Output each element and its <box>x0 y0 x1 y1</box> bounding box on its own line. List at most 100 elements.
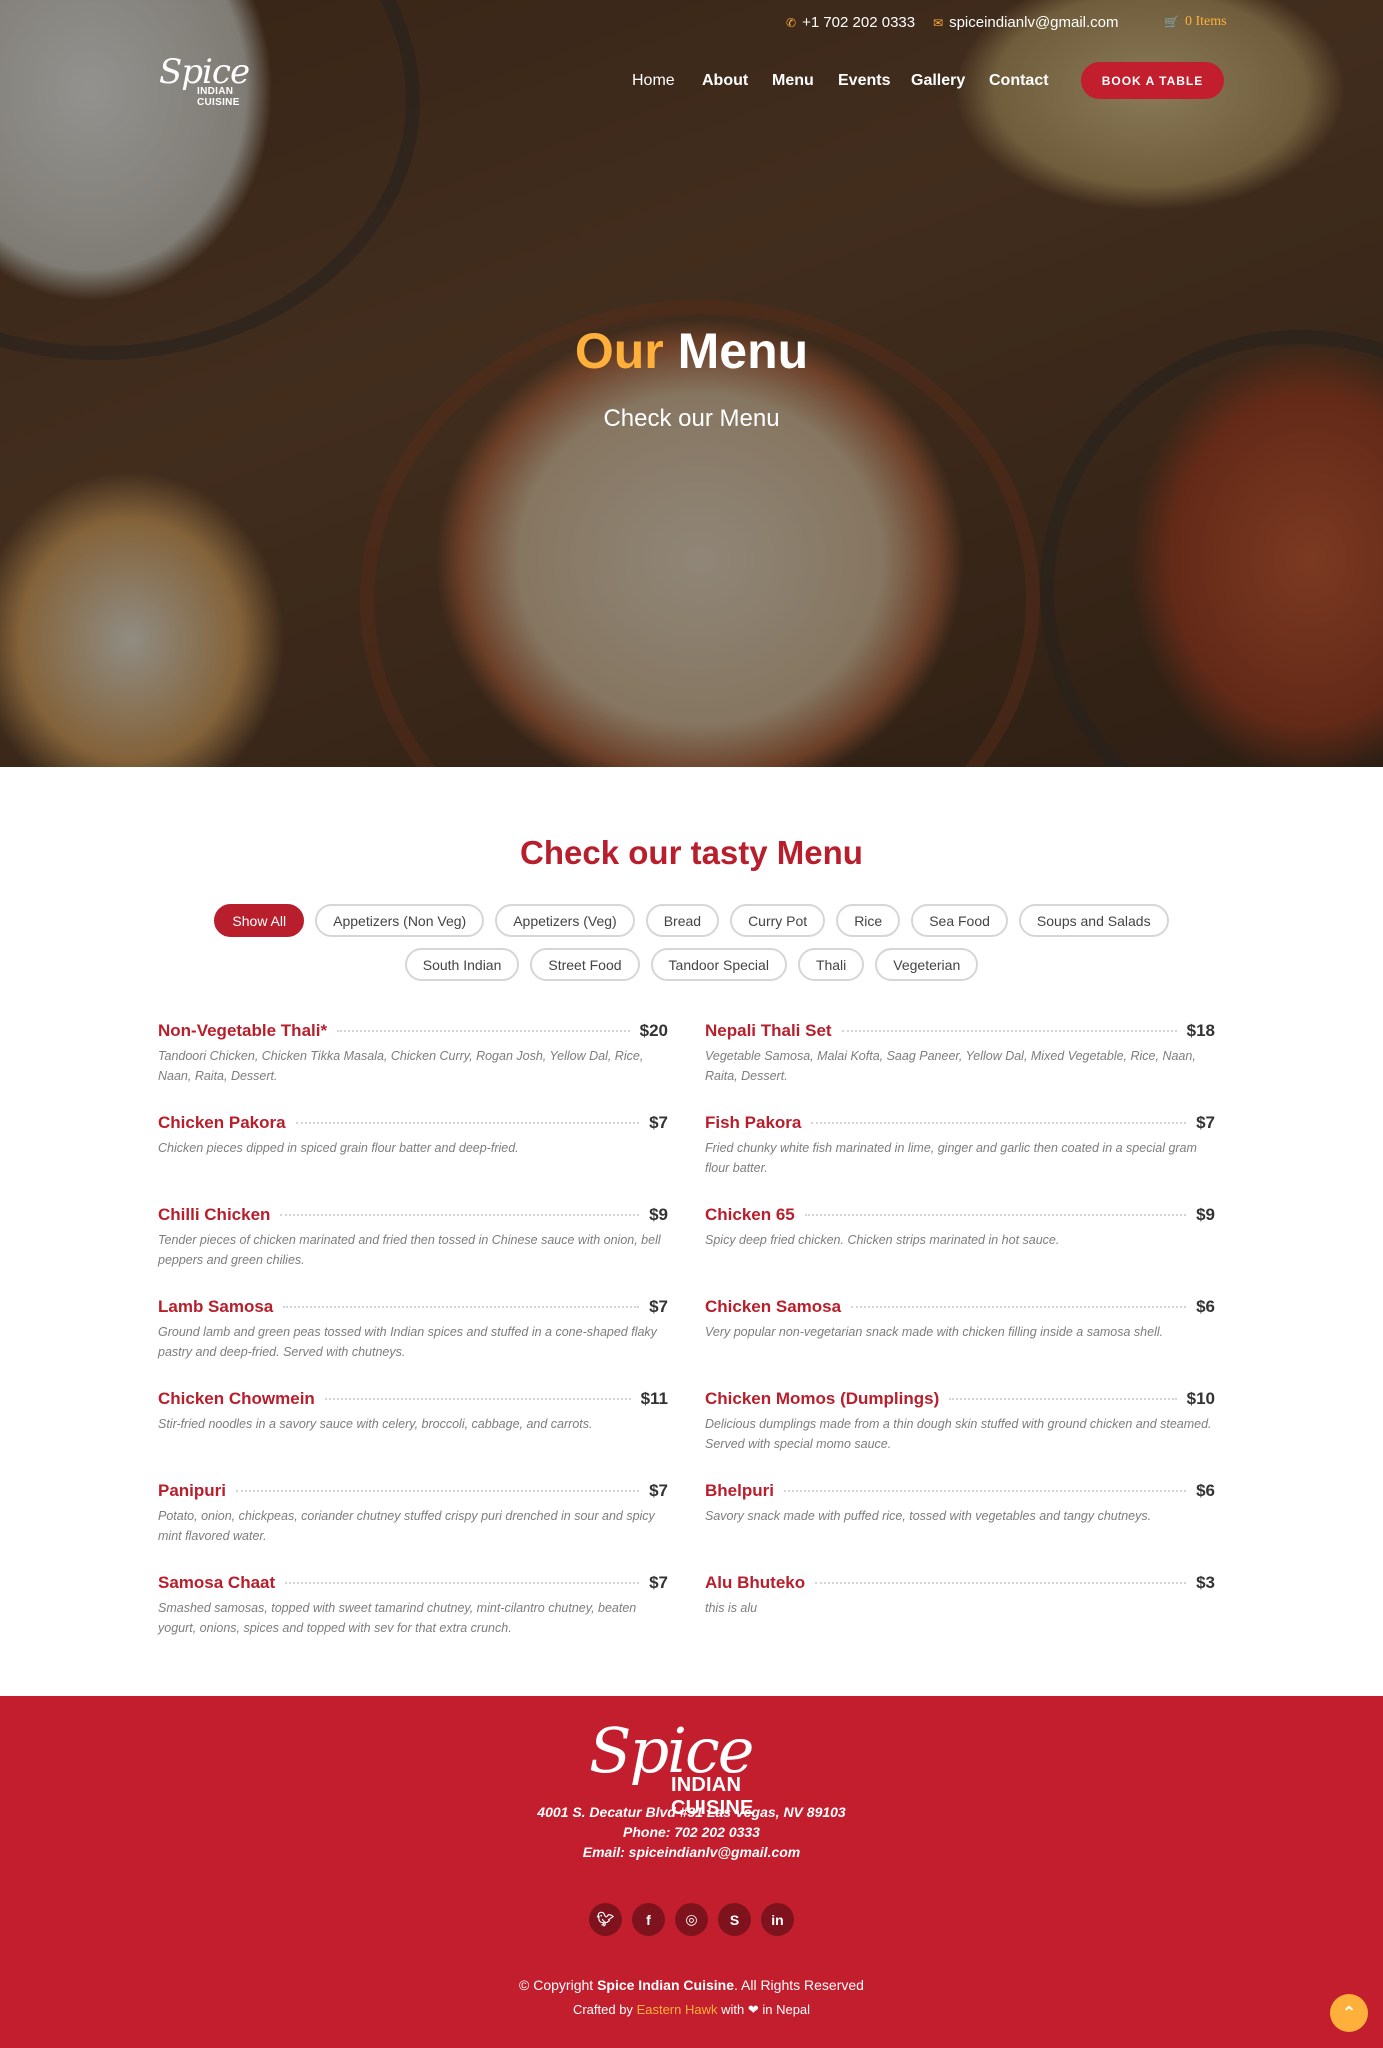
menu-item: Nepali Thali Set $18 Vegetable Samosa, Mal… <box>705 1021 1215 1086</box>
instagram-icon[interactable]: ◎ <box>675 1903 708 1936</box>
page-subtitle: Check our Menu <box>603 405 780 432</box>
filter-chip[interactable]: Show All <box>214 904 305 937</box>
menu-item-description: Ground lamb and green peas tossed with I… <box>158 1325 657 1359</box>
filter-chip[interactable]: Sea Food <box>911 904 1008 937</box>
menu-item-header: Chicken Momos (Dumplings) $10 <box>705 1389 1215 1409</box>
menu-item-description: Savory snack made with puffed rice, toss… <box>705 1509 1152 1523</box>
menu-item-name: Chicken Samosa <box>705 1297 842 1316</box>
menu-item-description: Delicious dumplings made from a thin dou… <box>705 1417 1212 1451</box>
menu-item-description: this is alu <box>705 1601 758 1615</box>
page-title-accent: Our <box>574 323 664 379</box>
menu-item-price: $7 <box>649 1481 668 1500</box>
menu-item-price: $6 <box>1196 1297 1215 1316</box>
menu-item: Chilli Chicken $9 Tender pieces of chicken… <box>158 1205 668 1270</box>
twitter-icon[interactable]: 🐦︎ <box>589 1903 622 1936</box>
menu-item-name: Non-Vegetable Thali* <box>158 1021 328 1040</box>
menu-item-leader <box>804 1214 1187 1216</box>
copyright-brand: Spice Indian Cuisine <box>597 1977 734 1993</box>
topbar-email-text: spiceindianlv@gmail.com <box>949 14 1119 31</box>
facebook-icon[interactable]: f <box>632 1903 665 1936</box>
menu-item-name: Lamb Samosa <box>158 1297 274 1316</box>
menu-item-price: $9 <box>649 1205 668 1224</box>
menu-item-leader <box>811 1122 1187 1124</box>
menu-item-name: Samosa Chaat <box>158 1573 276 1592</box>
menu-item-header: Panipuri $7 <box>158 1481 668 1501</box>
menu-filters-row-1: Show All Appetizers (Non Veg) Appetizers (… <box>0 904 1383 937</box>
filter-chip[interactable]: Appetizers (Veg) <box>495 904 635 937</box>
menu-item-leader <box>337 1030 630 1032</box>
menu-item-price: $7 <box>649 1113 668 1132</box>
filter-chip[interactable]: Rice <box>836 904 901 937</box>
menu-item-name: Alu Bhuteko <box>705 1573 806 1592</box>
menu-item-header: Samosa Chaat $7 <box>158 1573 668 1593</box>
menu-item-header: Chicken Chowmein $11 <box>158 1389 668 1409</box>
linkedin-icon[interactable]: in <box>761 1903 794 1936</box>
menu-item-price: $7 <box>649 1573 668 1592</box>
nav-menu[interactable]: Menu <box>772 72 814 90</box>
nav-about[interactable]: About <box>702 72 748 90</box>
copyright-prefix: © Copyright <box>519 1977 594 1993</box>
filter-chip[interactable]: Thali <box>797 948 865 981</box>
page-title: Our Menu <box>0 322 1383 380</box>
menu-item-leader <box>236 1490 640 1492</box>
menu-item: Chicken Samosa $6 Very popular non-vegetar… <box>705 1297 1215 1342</box>
menu-item-price: $10 <box>1186 1389 1215 1408</box>
menu-item-description: Spicy deep fried chicken. Chicken strips… <box>705 1233 1060 1247</box>
filter-chip[interactable]: Appetizers (Non Veg) <box>315 904 485 937</box>
menu-item-description: Chicken pieces dipped in spiced grain fl… <box>158 1141 519 1155</box>
menu-item-leader <box>783 1490 1187 1492</box>
menu-item-price: $7 <box>649 1297 668 1316</box>
footer-logo[interactable]: Spice INDIAN CUISINE <box>585 1714 801 1819</box>
back-to-top-button[interactable]: ⌃ <box>1330 1994 1368 2032</box>
filter-chip[interactable]: Bread <box>645 904 720 937</box>
footer-email[interactable]: Email: spiceindianlv@gmail.com <box>0 1844 1383 1860</box>
filter-chip[interactable]: Vegeterian <box>875 948 979 981</box>
menu-item-leader <box>283 1306 640 1308</box>
copyright-suffix: . All Rights Reserved <box>733 1977 864 1993</box>
phone-icon: ✆ <box>786 15 797 30</box>
hero-overlay <box>0 0 1383 767</box>
menu-item: Bhelpuri $6 Savory snack made with puffed … <box>705 1481 1215 1526</box>
filter-chip[interactable]: South Indian <box>404 948 520 981</box>
topbar-phone[interactable]: ✆ +1 702 202 0333 <box>786 14 915 31</box>
menu-item: Fish Pakora $7 Fried chunky white fish mar… <box>705 1113 1215 1178</box>
book-table-button[interactable]: BOOK A TABLE <box>1081 62 1224 99</box>
filter-chip[interactable]: Street Food <box>530 948 640 981</box>
filter-chip[interactable]: Tandoor Special <box>650 948 787 981</box>
menu-item-name: Fish Pakora <box>705 1113 802 1132</box>
top-bar: ✆ +1 702 202 0333 ✉ spiceindianlv@gmail.… <box>0 14 1383 34</box>
filter-chip[interactable]: Curry Pot <box>730 904 826 937</box>
menu-item-description: Tender pieces of chicken marinated and f… <box>158 1233 661 1267</box>
menu-item-header: Bhelpuri $6 <box>705 1481 1215 1501</box>
nav-home[interactable]: Home <box>632 72 675 90</box>
footer: Spice INDIAN CUISINE 4001 S. Decatur Blv… <box>0 1696 1383 2048</box>
nav-contact[interactable]: Contact <box>989 72 1049 90</box>
menu-item-header: Non-Vegetable Thali* $20 <box>158 1021 668 1041</box>
topbar-phone-text: +1 702 202 0333 <box>802 14 916 31</box>
menu-item-description: Tandoori Chicken, Chicken Tikka Masala, … <box>158 1049 644 1083</box>
social-links: 🐦︎ f ◎ S in <box>0 1903 1383 1936</box>
menu-item-name: Panipuri <box>158 1481 227 1500</box>
cart-link[interactable]: 🛒 0 Items <box>1164 14 1227 30</box>
menu-heading: Check our tasty Menu <box>520 834 863 871</box>
skype-icon[interactable]: S <box>718 1903 751 1936</box>
footer-phone: Phone: 702 202 0333 <box>623 1824 760 1840</box>
menu-item-leader <box>949 1398 1177 1400</box>
menu-filters-row-2: South Indian Street Food Tandoor Special Th… <box>0 948 1383 981</box>
menu-item-leader <box>324 1398 631 1400</box>
crafted-prefix: Crafted by <box>572 2002 633 2017</box>
menu-item-header: Fish Pakora $7 <box>705 1113 1215 1133</box>
menu-item-price: $11 <box>640 1389 668 1408</box>
filter-chip[interactable]: Soups and Salads <box>1018 904 1169 937</box>
page-title-rest: Menu <box>677 323 809 379</box>
crafted-by: Crafted by Eastern Hawk with ❤ in Nepal <box>0 2002 1383 2018</box>
menu-item-description: Fried chunky white fish marinated in lim… <box>705 1141 1197 1175</box>
copyright: © Copyright Spice Indian Cuisine. All Ri… <box>0 1977 1383 1993</box>
nav-gallery[interactable]: Gallery <box>911 72 965 90</box>
nav-events[interactable]: Events <box>838 72 890 90</box>
mail-icon: ✉ <box>933 15 944 30</box>
topbar-email[interactable]: ✉ spiceindianlv@gmail.com <box>933 14 1119 31</box>
menu-item-description: Potato, onion, chickpeas, coriander chut… <box>158 1509 655 1543</box>
menu-item-name: Bhelpuri <box>705 1481 774 1500</box>
crafted-brand-link[interactable]: Eastern Hawk <box>637 2002 718 2017</box>
